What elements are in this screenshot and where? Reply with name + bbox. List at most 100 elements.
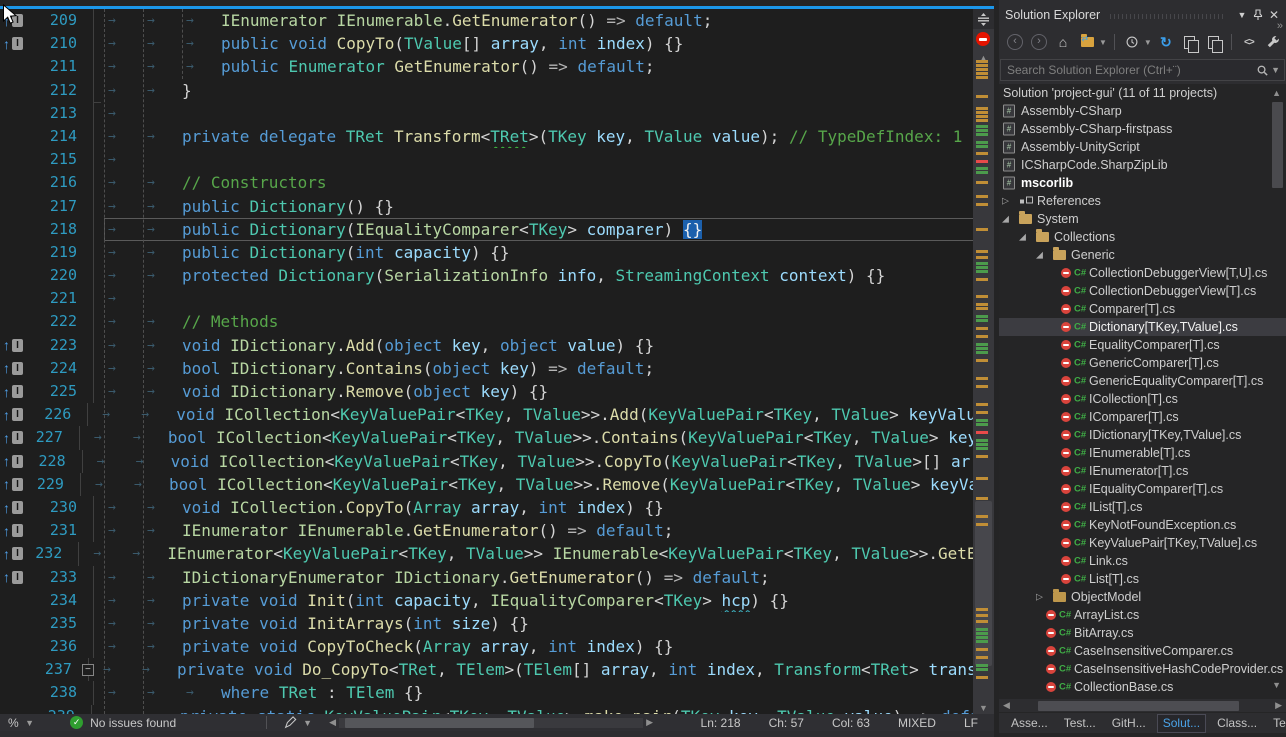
line-number[interactable]: 238 <box>40 681 86 704</box>
tree-item[interactable]: #Assembly-CSharp <box>999 102 1286 120</box>
pin-icon[interactable] <box>1250 7 1266 23</box>
code-line-217[interactable]: 217→→public Dictionary() {} <box>0 195 994 218</box>
glyph-margin[interactable] <box>0 102 40 125</box>
back-icon[interactable]: ‹ <box>1005 32 1025 52</box>
tree-item[interactable]: #mscorlib <box>999 174 1286 192</box>
glyph-margin[interactable] <box>0 612 40 635</box>
home-icon[interactable]: ⌂ <box>1053 32 1073 52</box>
glyph-margin[interactable] <box>0 171 40 194</box>
tree-item[interactable]: C#IList[T].cs <box>999 498 1286 516</box>
code-line-228[interactable]: ↑I228→→void ICollection<KeyValuePair<TKe… <box>0 450 994 473</box>
glyph-margin[interactable]: ↑I <box>0 403 37 426</box>
code-line-239[interactable]: 239→→private static KeyValuePair<TKey, T… <box>0 705 994 714</box>
code-line-226[interactable]: ↑I226→→void ICollection<KeyValuePair<TKe… <box>0 403 994 426</box>
glyph-margin[interactable]: ↑I <box>0 426 33 449</box>
tree-item[interactable]: ▷ObjectModel <box>999 588 1286 606</box>
tree-item[interactable]: C#CaseInsensitiveHashCodeProvider.cs <box>999 660 1286 678</box>
filter-caret-icon[interactable]: ▼ <box>1144 38 1152 47</box>
tree-item[interactable]: C#Comparer[T].cs <box>999 300 1286 318</box>
switch-views-icon[interactable] <box>1077 32 1097 52</box>
editor-vertical-scrollbar[interactable]: ▲ ▼ <box>973 9 994 714</box>
line-number[interactable]: 225 <box>40 380 86 403</box>
glyph-margin[interactable]: ↑I <box>0 334 40 357</box>
tree-item[interactable]: #ICSharpCode.SharpZipLib <box>999 156 1286 174</box>
expanded-arrow-icon[interactable]: ◢ <box>1002 214 1009 225</box>
search-input[interactable] <box>1001 63 1256 77</box>
expanded-arrow-icon[interactable]: ◢ <box>1036 250 1043 261</box>
code-line-229[interactable]: ↑I229→→bool ICollection<KeyValuePair<TKe… <box>0 473 994 496</box>
glyph-margin[interactable]: ↑I <box>0 496 40 519</box>
glyph-margin[interactable] <box>0 241 40 264</box>
line-number[interactable]: 209 <box>40 9 86 32</box>
line-number[interactable]: 230 <box>40 496 86 519</box>
tree-item[interactable]: ◢Collections <box>999 228 1286 246</box>
tree-item[interactable]: ◢Generic <box>999 246 1286 264</box>
line-number[interactable]: 210 <box>40 32 86 55</box>
code-line-222[interactable]: 222→→// Methods <box>0 310 994 333</box>
line-number[interactable]: 224 <box>40 357 86 380</box>
line-number[interactable]: 227 <box>33 426 72 449</box>
glyph-margin[interactable] <box>0 658 37 681</box>
line-number[interactable]: 218 <box>40 218 86 241</box>
solution-tree[interactable]: Solution 'project-gui' (11 of 11 project… <box>999 84 1286 698</box>
tree-item[interactable]: C#CollectionBase.cs <box>999 678 1286 696</box>
toolbar-overflow-icon[interactable]: » <box>1277 20 1283 32</box>
code-line-237[interactable]: 237−→→private void Do_CopyTo<TRet, TElem… <box>0 658 994 681</box>
tool-window-tab[interactable]: Test... <box>1059 715 1101 732</box>
zoom-control[interactable]: % <box>8 716 19 730</box>
glyph-margin[interactable] <box>0 79 40 102</box>
line-number[interactable]: 235 <box>40 612 86 635</box>
editor-horizontal-scrollbar[interactable]: ◀ ▶ <box>326 717 656 728</box>
code-line-233[interactable]: ↑I233→→IDictionaryEnumerator IDictionary… <box>0 566 994 589</box>
tree-item[interactable]: C#IEnumerable[T].cs <box>999 444 1286 462</box>
code-line-214[interactable]: 214→→private delegate TRet Transform<TRe… <box>0 125 994 148</box>
scroll-down-icon[interactable]: ▼ <box>973 703 994 713</box>
tree-item[interactable]: C#IEnumerator[T].cs <box>999 462 1286 480</box>
expanded-arrow-icon[interactable]: ◢ <box>1019 232 1026 243</box>
status-col[interactable]: Col: 63 <box>832 716 870 730</box>
collapsed-arrow-icon[interactable]: ▷ <box>1036 592 1043 603</box>
tree-scroll-left-icon[interactable]: ◀ <box>999 700 1014 711</box>
glyph-margin[interactable]: ↑I <box>0 542 33 565</box>
line-number[interactable]: 214 <box>40 125 86 148</box>
tool-window-tab[interactable]: Tea... <box>1268 715 1286 732</box>
glyph-margin[interactable] <box>0 148 40 171</box>
tree-item[interactable]: #Assembly-UnityScript <box>999 138 1286 156</box>
tree-item[interactable]: C#GenericEqualityComparer[T].cs <box>999 372 1286 390</box>
document-health-icon[interactable] <box>976 32 990 46</box>
code-line-216[interactable]: 216→→// Constructors <box>0 171 994 194</box>
collapsed-arrow-icon[interactable]: ▷ <box>1002 196 1009 207</box>
tree-item[interactable]: C#Link.cs <box>999 552 1286 570</box>
code-line-231[interactable]: ↑I231→→IEnumerator IEnumerable.GetEnumer… <box>0 519 994 542</box>
line-number[interactable]: 226 <box>37 403 80 426</box>
tree-item[interactable]: C#KeyNotFoundException.cs <box>999 516 1286 534</box>
tree-item[interactable]: C#List[T].cs <box>999 570 1286 588</box>
glyph-margin[interactable] <box>0 589 40 612</box>
tree-item[interactable]: C#ICollection[T].cs <box>999 390 1286 408</box>
search-icon[interactable] <box>1256 64 1269 77</box>
hscroll-thumb[interactable] <box>345 718 534 728</box>
glyph-margin[interactable] <box>0 55 40 78</box>
code-line-215[interactable]: 215→ <box>0 148 994 171</box>
line-number[interactable]: 236 <box>40 635 86 658</box>
code-line-235[interactable]: 235→→private void InitArrays(int size) {… <box>0 612 994 635</box>
line-number[interactable]: 229 <box>33 473 72 496</box>
glyph-margin[interactable] <box>0 125 40 148</box>
line-number[interactable]: 220 <box>40 264 86 287</box>
tree-item[interactable]: ◢System <box>999 210 1286 228</box>
tree-scroll-down-icon[interactable]: ▼ <box>1272 680 1281 690</box>
line-number[interactable]: 231 <box>40 519 86 542</box>
code-line-234[interactable]: 234→→private void Init(int capacity, IEq… <box>0 589 994 612</box>
glyph-margin[interactable]: ↑I <box>0 357 40 380</box>
code-line-210[interactable]: ↑I210→→→public void CopyTo(TValue[] arra… <box>0 32 994 55</box>
drag-grip[interactable] <box>1110 14 1226 19</box>
line-number[interactable]: 212 <box>40 79 86 102</box>
glyph-margin[interactable] <box>0 195 40 218</box>
line-number[interactable]: 233 <box>40 566 86 589</box>
tree-item[interactable]: C#BitArray.cs <box>999 624 1286 642</box>
code-line-227[interactable]: ↑I227→→bool ICollection<KeyValuePair<TKe… <box>0 426 994 449</box>
search-caret-icon[interactable]: ▼ <box>1271 65 1280 75</box>
properties-wrench-icon[interactable] <box>1263 32 1283 52</box>
tool-window-tab[interactable]: Class... <box>1212 715 1262 732</box>
window-menu-caret-icon[interactable]: ▼ <box>1234 7 1250 23</box>
